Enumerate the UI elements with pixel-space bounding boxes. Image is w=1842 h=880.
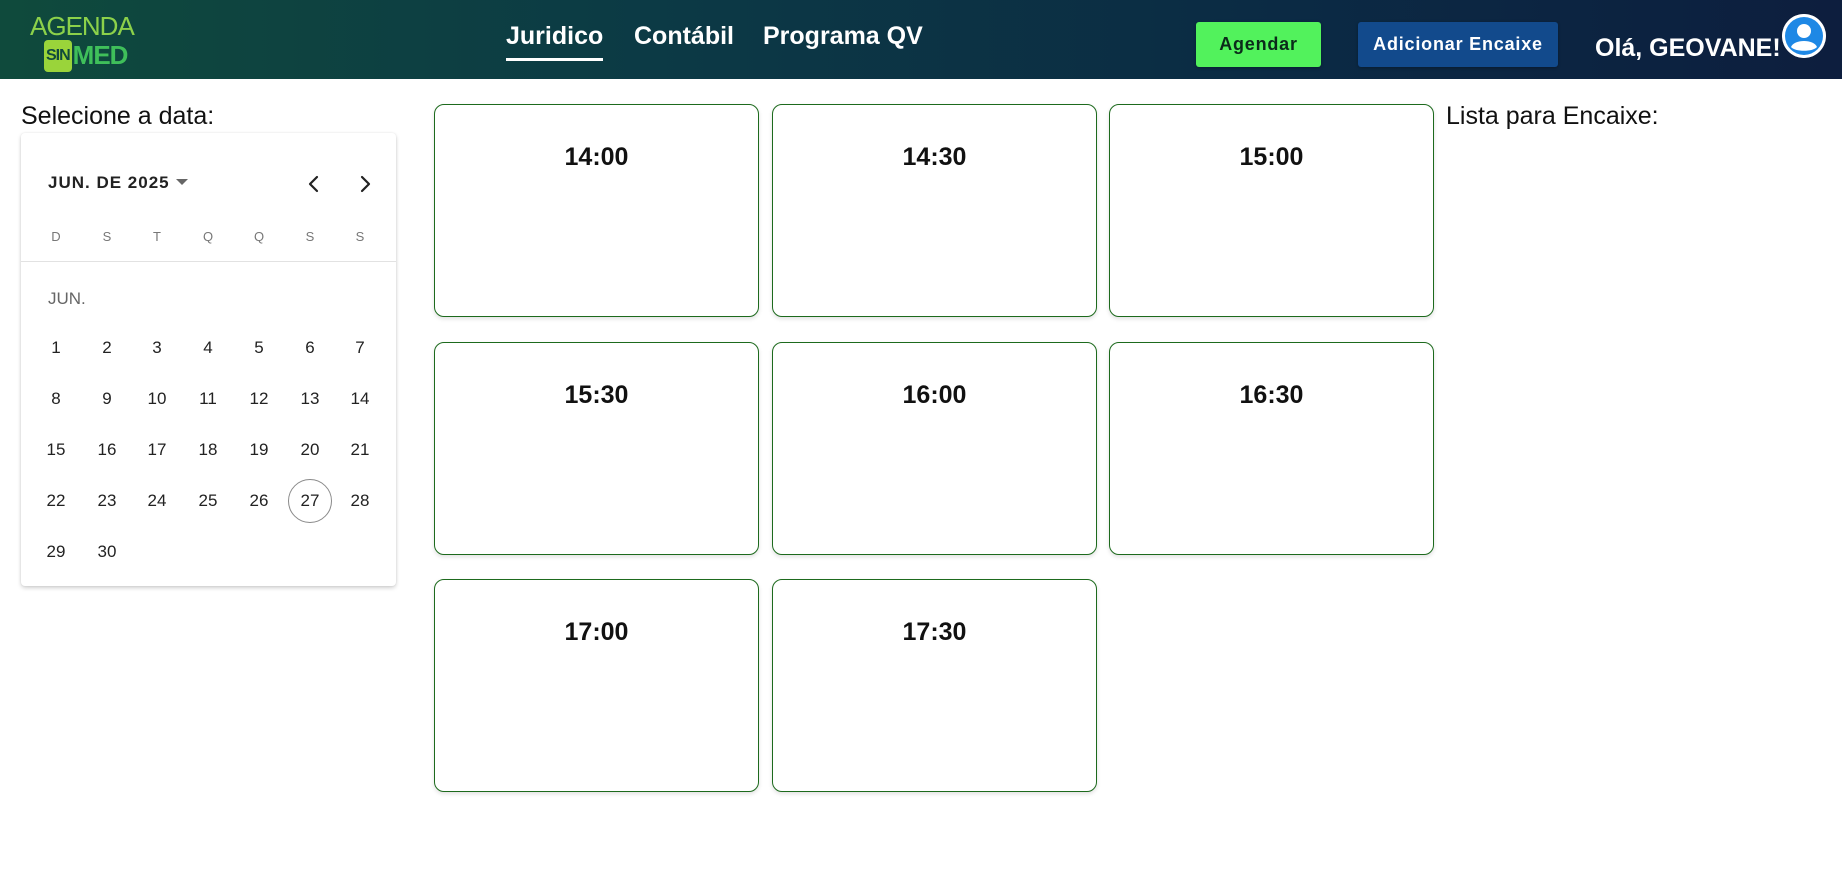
month-year-selector[interactable]: JUN. DE 2025 [48,173,188,193]
time-slot-label: 17:00 [564,618,629,646]
logo-text-bottom: SIN MED [44,40,129,72]
calendar-divider [21,261,396,262]
calendar-day[interactable]: 16 [85,428,129,472]
weekday-label: Q [253,229,265,244]
chevron-right-icon[interactable] [350,169,380,199]
time-slot-label: 14:00 [564,143,629,171]
calendar-day[interactable]: 3 [135,326,179,370]
calendar-day[interactable]: 12 [237,377,281,421]
calendar-day[interactable]: 9 [85,377,129,421]
calendar-day[interactable]: 25 [186,479,230,523]
calendar-day[interactable]: 15 [34,428,78,472]
top-header: AGENDA SIN MED Juridico Contábil Programa… [0,0,1842,79]
select-date-label: Selecione a data: [21,102,215,130]
logo-med-text: MED [72,40,129,70]
time-slot-label: 14:30 [902,143,967,171]
user-avatar-icon[interactable] [1782,14,1826,58]
weekday-header: D S T Q Q S S [21,229,396,253]
time-slot-label: 16:00 [902,381,967,409]
time-slot-card[interactable]: 14:00 [434,104,759,317]
time-slot-card[interactable]: 14:30 [772,104,1097,317]
calendar-day[interactable]: 2 [85,326,129,370]
calendar-day[interactable]: 1 [34,326,78,370]
date-picker: JUN. DE 2025 D S T Q Q S S JUN. 12345678… [21,133,396,586]
time-slot-card[interactable]: 16:30 [1109,342,1434,555]
calendar-day[interactable]: 6 [288,326,332,370]
calendar-day[interactable]: 17 [135,428,179,472]
calendar-day[interactable]: 22 [34,479,78,523]
time-slot-label: 17:30 [902,618,967,646]
calendar-day[interactable]: 18 [186,428,230,472]
user-greeting: Olá, GEOVANE! [1595,34,1781,62]
calendar-day[interactable]: 11 [186,377,230,421]
tab-contabil[interactable]: Contábil [634,22,734,51]
calendar-day[interactable]: 20 [288,428,332,472]
caret-down-icon [175,179,188,185]
tab-juridico[interactable]: Juridico [506,22,604,61]
time-slot-card[interactable]: 16:00 [772,342,1097,555]
time-slot-card[interactable]: 15:30 [434,342,759,555]
time-slot-card[interactable]: 17:00 [434,579,759,792]
agendar-button[interactable]: Agendar [1196,22,1321,67]
calendar-day[interactable]: 26 [237,479,281,523]
tab-programa-qv[interactable]: Programa QV [763,22,923,51]
weekday-label: S [355,229,365,244]
weekday-label: S [305,229,315,244]
calendar-day[interactable]: 8 [34,377,78,421]
calendar-day[interactable]: 28 [338,479,382,523]
calendar-day[interactable]: 4 [186,326,230,370]
time-slot-card[interactable]: 15:00 [1109,104,1434,317]
chevron-left-icon[interactable] [299,169,329,199]
calendar-day[interactable]: 13 [288,377,332,421]
calendar-day[interactable]: 5 [237,326,281,370]
calendar-day[interactable]: 7 [338,326,382,370]
adicionar-encaixe-button[interactable]: Adicionar Encaixe [1358,22,1558,67]
weekday-label: Q [202,229,214,244]
logo-sin-box: SIN [44,40,72,72]
calendar-day[interactable]: 21 [338,428,382,472]
weekday-label: S [102,229,112,244]
calendar-day[interactable]: 29 [34,530,78,574]
weekday-label: D [51,229,61,244]
time-slot-label: 16:30 [1239,381,1304,409]
encaixe-list-label: Lista para Encaixe: [1446,102,1659,130]
logo-text-top: AGENDA [30,11,135,41]
month-year-label: JUN. DE 2025 [48,173,170,192]
weekday-label: T [153,229,161,244]
time-slot-label: 15:00 [1239,143,1304,171]
calendar-day[interactable]: 23 [85,479,129,523]
calendar-day[interactable]: 14 [338,377,382,421]
calendar-month-label: JUN. [48,289,86,308]
calendar-day[interactable]: 10 [135,377,179,421]
calendar-day[interactable]: 19 [237,428,281,472]
calendar-day[interactable]: 24 [135,479,179,523]
calendar-day[interactable]: 30 [85,530,129,574]
time-slot-label: 15:30 [564,381,629,409]
time-slot-card[interactable]: 17:30 [772,579,1097,792]
agenda-sinmed-logo[interactable]: AGENDA SIN MED [30,11,150,72]
calendar-day-today[interactable]: 27 [288,479,332,523]
